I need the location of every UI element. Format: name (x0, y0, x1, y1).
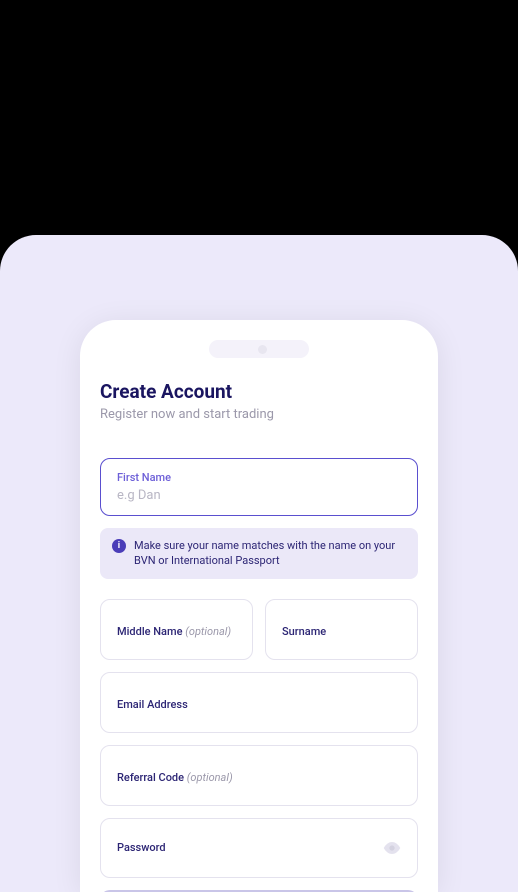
info-text: Make sure your name matches with the nam… (134, 538, 406, 569)
middle-name-field[interactable]: Middle Name (optional) (100, 599, 253, 660)
info-banner: i Make sure your name matches with the n… (100, 528, 418, 579)
password-label: Password (117, 841, 166, 854)
info-icon: i (112, 539, 126, 553)
notch (209, 340, 309, 358)
referral-field[interactable]: Referral Code (optional) (100, 745, 418, 806)
referral-label: Referral Code (optional) (117, 771, 233, 784)
phone-frame: Create Account Register now and start tr… (80, 320, 438, 892)
camera-dot (258, 345, 267, 354)
password-field[interactable]: Password (100, 818, 418, 878)
email-label: Email Address (117, 698, 188, 711)
eye-icon[interactable] (383, 839, 401, 857)
middle-name-label: Middle Name (optional) (117, 625, 231, 638)
first-name-placeholder: e.g Dan (117, 488, 401, 503)
page-subtitle: Register now and start trading (100, 407, 418, 422)
surname-field[interactable]: Surname (265, 599, 418, 660)
screen: Create Account Register now and start tr… (80, 358, 438, 892)
first-name-field[interactable]: First Name e.g Dan (100, 458, 418, 516)
first-name-label: First Name (117, 471, 401, 484)
email-field[interactable]: Email Address (100, 672, 418, 733)
page-title: Create Account (100, 380, 418, 403)
notch-area (80, 320, 438, 358)
surname-label: Surname (282, 625, 326, 638)
